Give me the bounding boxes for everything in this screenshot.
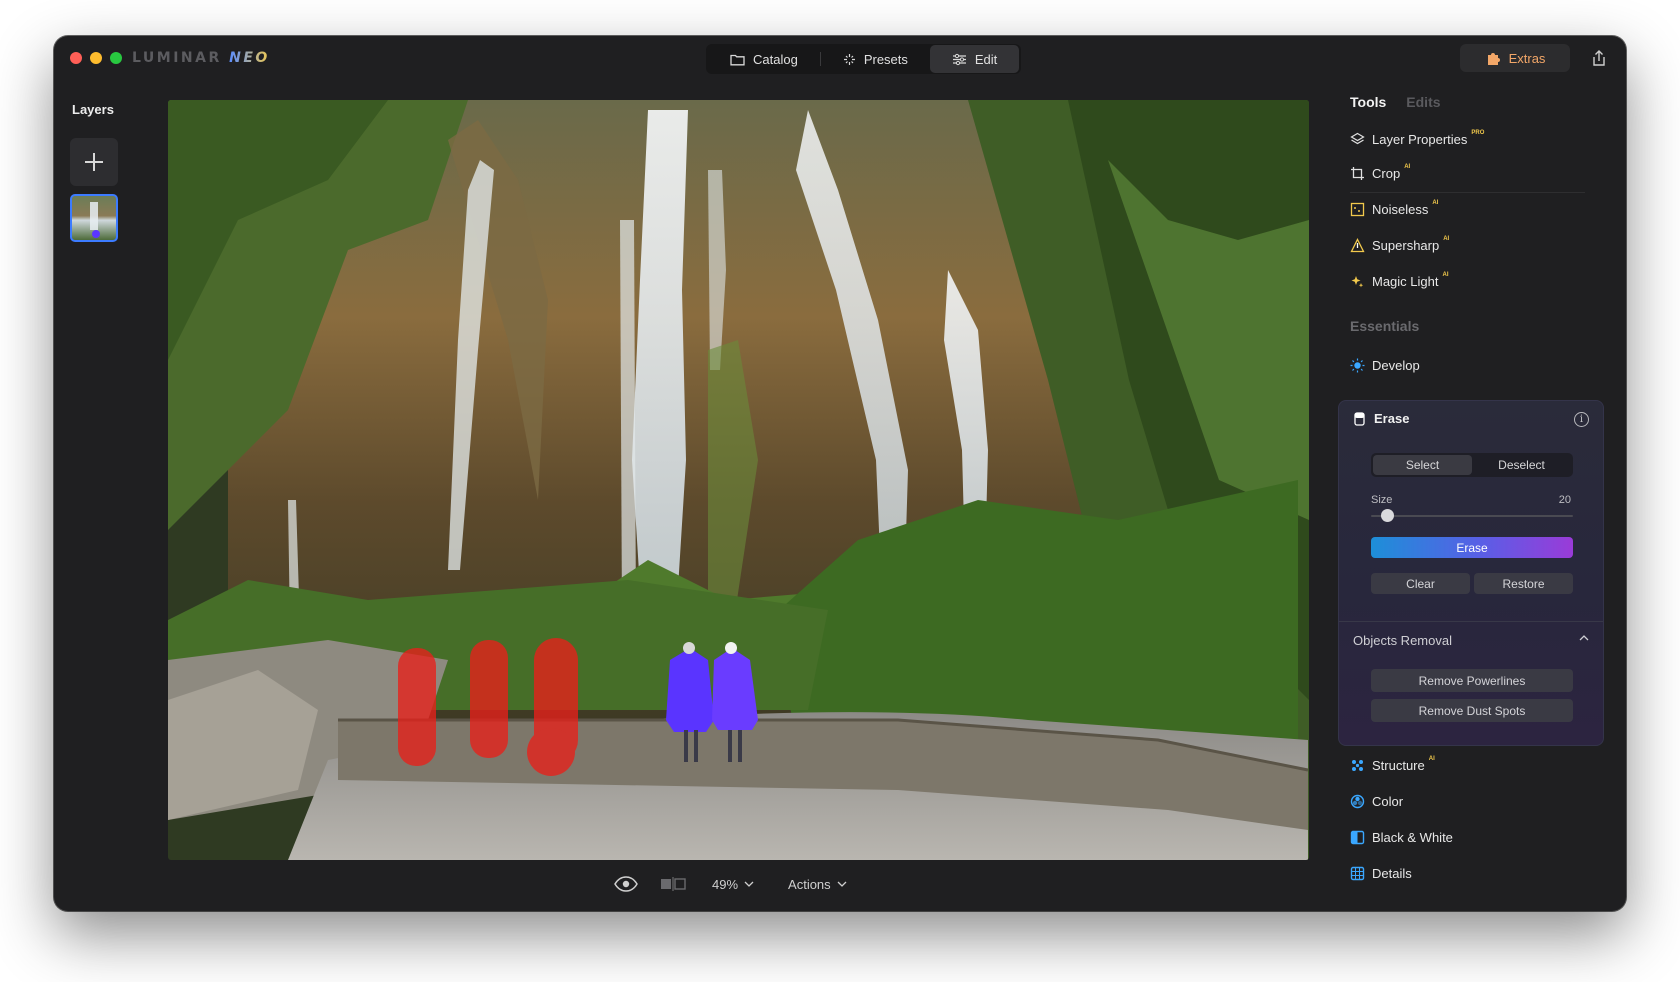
plus-icon — [85, 153, 103, 171]
size-slider-track[interactable] — [1371, 515, 1573, 517]
tool-label: Structure — [1372, 757, 1425, 773]
tool-label: Layer Properties — [1372, 131, 1468, 147]
photo-image — [168, 100, 1309, 860]
clear-button[interactable]: Clear — [1371, 573, 1470, 594]
sun-icon — [1350, 358, 1365, 373]
divider — [1350, 192, 1585, 193]
edit-tab-label: Edit — [974, 51, 998, 67]
info-icon[interactable]: i — [1574, 412, 1589, 427]
chevron-down-icon — [837, 881, 847, 887]
sliders-icon — [952, 53, 966, 65]
divider — [1339, 621, 1603, 622]
add-layer-button[interactable] — [70, 138, 118, 186]
size-label: Size — [1371, 494, 1393, 506]
magic-light-icon — [1350, 274, 1365, 289]
noiseless-icon — [1350, 202, 1365, 217]
canvas-toolbar: 49% Actions — [614, 874, 847, 894]
tool-noiseless[interactable]: Noiseless AI — [1350, 198, 1438, 220]
pro-badge: PRO — [1471, 130, 1485, 136]
select-mode-toggle: Select Deselect — [1371, 453, 1573, 477]
tool-layer-properties[interactable]: Layer Properties PRO — [1350, 128, 1484, 150]
ai-badge: AI — [1442, 272, 1449, 278]
clear-restore-row: Clear Restore — [1371, 573, 1573, 594]
color-icon — [1350, 794, 1365, 809]
zoom-level[interactable]: 49% — [712, 877, 738, 892]
select-button[interactable]: Select — [1373, 455, 1472, 475]
actions-menu[interactable]: Actions — [788, 877, 831, 892]
chevron-down-icon — [744, 881, 754, 887]
compare-icon[interactable] — [660, 877, 686, 891]
layers-title: Layers — [72, 102, 114, 117]
black-white-icon — [1350, 830, 1365, 845]
restore-button[interactable]: Restore — [1474, 573, 1573, 594]
edit-tab[interactable]: Edit — [929, 45, 1020, 73]
layer-thumbnail[interactable] — [70, 194, 118, 242]
tool-color[interactable]: Color — [1350, 790, 1403, 812]
tab-edits[interactable]: Edits — [1406, 94, 1440, 110]
ai-badge: AI — [1432, 200, 1439, 206]
erase-button[interactable]: Erase — [1371, 537, 1573, 558]
zoom-window-button[interactable] — [110, 52, 122, 64]
app-window: LUMINAR NEO Catalog Presets Edit Extras … — [54, 36, 1626, 911]
tool-develop[interactable]: Develop — [1350, 354, 1420, 376]
presets-tab-label: Presets — [863, 51, 908, 67]
panel-tabs: Tools Edits — [1350, 94, 1441, 110]
erase-title: Erase — [1374, 411, 1410, 426]
objects-removal-header[interactable]: Objects Removal — [1353, 633, 1452, 648]
structure-icon — [1350, 758, 1365, 773]
tool-label: Develop — [1372, 357, 1420, 373]
sparkle-icon — [843, 53, 855, 65]
ai-badge: AI — [1404, 164, 1411, 170]
mode-switcher: Catalog Presets Edit — [706, 44, 1022, 74]
tool-label: Supersharp — [1372, 237, 1440, 253]
supersharp-icon — [1350, 237, 1365, 253]
tab-tools[interactable]: Tools — [1350, 94, 1386, 110]
tools-panel: Tools Edits Layer Properties PRO Crop AI N… — [1334, 36, 1626, 911]
erase-panel: Erase i Select Deselect Size 20 Erase Cl… — [1338, 400, 1604, 746]
ai-badge: AI — [1428, 756, 1435, 762]
tool-label: Noiseless — [1372, 201, 1429, 217]
window-controls — [70, 52, 122, 64]
remove-dust-spots-button[interactable]: Remove Dust Spots — [1371, 699, 1573, 722]
tool-structure[interactable]: Structure AI — [1350, 754, 1435, 776]
eye-icon[interactable] — [614, 876, 638, 892]
chevron-up-icon[interactable] — [1579, 635, 1589, 641]
size-slider-handle[interactable] — [1381, 509, 1394, 522]
photo-canvas[interactable] — [168, 100, 1309, 860]
tool-label: Details — [1372, 865, 1412, 881]
catalog-tab-label: Catalog — [753, 51, 798, 67]
ai-badge: AI — [1443, 236, 1450, 242]
app-logo: LUMINAR NEO — [132, 50, 270, 66]
layers-icon — [1350, 132, 1365, 147]
tool-crop[interactable]: Crop AI — [1350, 162, 1410, 184]
tool-label: Black & White — [1372, 829, 1453, 845]
tool-label: Magic Light — [1372, 273, 1439, 289]
remove-powerlines-button[interactable]: Remove Powerlines — [1371, 669, 1573, 692]
tool-supersharp[interactable]: Supersharp AI — [1350, 234, 1449, 256]
deselect-button[interactable]: Deselect — [1472, 455, 1571, 475]
tool-magic-light[interactable]: Magic Light AI — [1350, 270, 1448, 292]
eraser-icon — [1354, 411, 1365, 426]
minimize-window-button[interactable] — [90, 52, 102, 64]
folder-icon — [730, 54, 745, 65]
close-window-button[interactable] — [70, 52, 82, 64]
presets-tab[interactable]: Presets — [821, 45, 930, 73]
tool-black-white[interactable]: Black & White — [1350, 826, 1453, 848]
erase-header[interactable]: Erase — [1353, 411, 1409, 426]
details-icon — [1350, 866, 1365, 881]
tool-details[interactable]: Details — [1350, 862, 1412, 884]
catalog-tab[interactable]: Catalog — [708, 45, 820, 73]
tool-label: Crop — [1372, 165, 1401, 181]
size-value[interactable]: 20 — [1559, 494, 1571, 506]
essentials-title: Essentials — [1350, 318, 1420, 334]
crop-icon — [1350, 166, 1365, 181]
tool-label: Color — [1372, 793, 1404, 809]
